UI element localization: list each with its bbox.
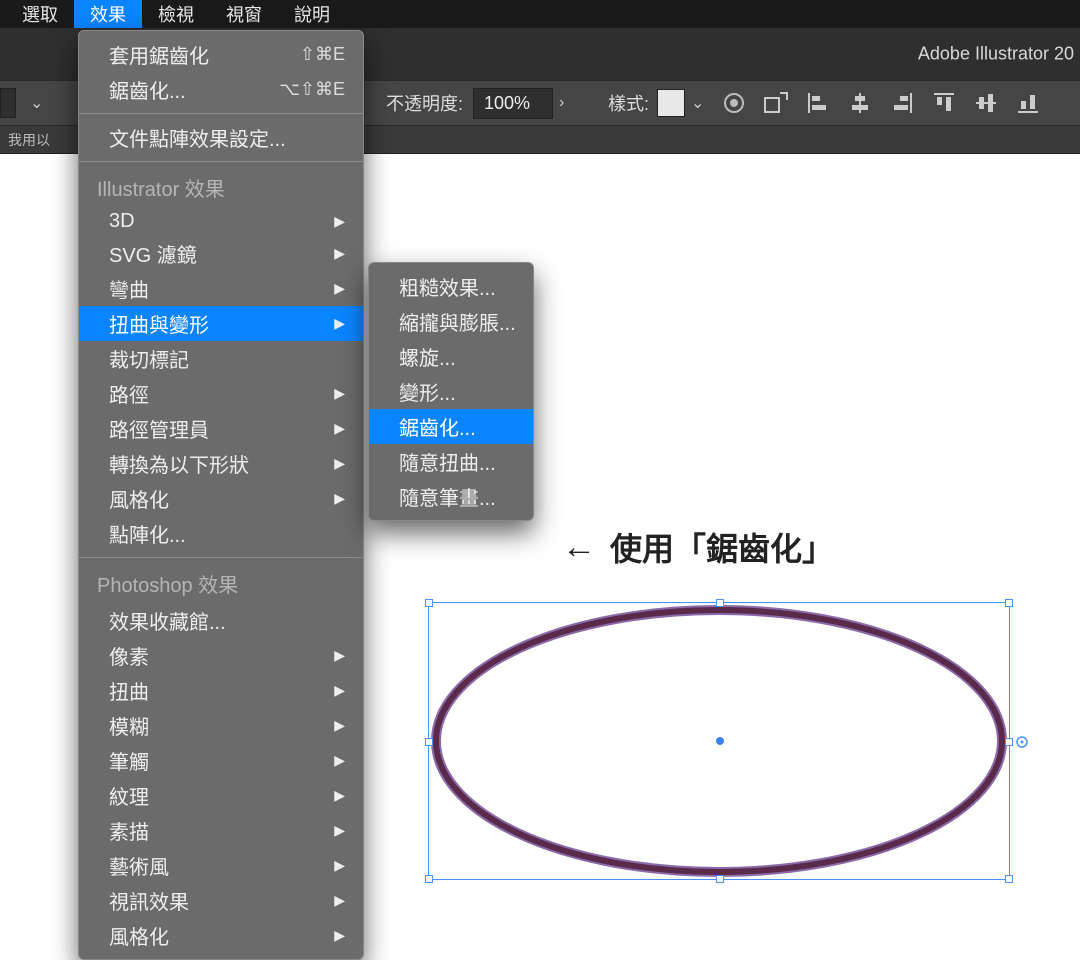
menu-blur[interactable]: 模糊▶ (79, 708, 363, 743)
align-bottom-icon[interactable] (1014, 89, 1042, 117)
menu-warp[interactable]: 彎曲▶ (79, 271, 363, 306)
distort-transform-submenu: 粗糙效果... 縮攏與膨脹... 螺旋... 變形... 鋸齒化... 隨意扭曲… (368, 262, 534, 521)
effects-dropdown: 套用鋸齒化 ⇧⌘E 鋸齒化... ⌥⇧⌘E 文件點陣效果設定... Illust… (78, 30, 364, 960)
app-title: Adobe Illustrator 20 (918, 44, 1080, 65)
menu-zigzag[interactable]: 鋸齒化... ⌥⇧⌘E (79, 72, 363, 107)
menu-raster-settings[interactable]: 文件點陣效果設定... (79, 120, 363, 155)
menu-header-illustrator: Illustrator 效果 (79, 168, 363, 207)
menu-separator (79, 557, 363, 558)
submenu-roughen[interactable]: 粗糙效果... (369, 269, 533, 304)
menu-header-photoshop: Photoshop 效果 (79, 564, 363, 603)
align-right-icon[interactable] (888, 89, 916, 117)
align-center-icon[interactable] (846, 89, 874, 117)
menu-svg-filters[interactable]: SVG 濾鏡▶ (79, 236, 363, 271)
chevron-right-icon[interactable]: › (553, 94, 570, 112)
style-swatch[interactable] (657, 89, 685, 117)
options-field[interactable] (0, 88, 16, 118)
menu-convert-shape[interactable]: 轉換為以下形狀▶ (79, 446, 363, 481)
menu-distort-transform[interactable]: 扭曲與變形▶ (79, 306, 363, 341)
menu-window[interactable]: 視窗 (210, 0, 278, 30)
menu-artistic[interactable]: 藝術風▶ (79, 848, 363, 883)
menu-apply-zigzag[interactable]: 套用鋸齒化 ⇧⌘E (79, 37, 363, 72)
menubar: 選取 效果 檢視 視窗 說明 (0, 0, 1080, 28)
menu-effect-gallery[interactable]: 效果收藏館... (79, 603, 363, 638)
menu-select[interactable]: 選取 (6, 0, 74, 30)
menu-3d[interactable]: 3D▶ (79, 207, 363, 236)
transform-icon[interactable] (762, 89, 790, 117)
menu-pixelate[interactable]: 像素▶ (79, 638, 363, 673)
menu-pathfinder[interactable]: 路徑管理員▶ (79, 411, 363, 446)
annotation-text: 使用「鋸齒化」 (610, 524, 834, 570)
chevron-down-icon[interactable]: ⌄ (24, 93, 49, 113)
menu-path[interactable]: 路徑▶ (79, 376, 363, 411)
chevron-down-icon[interactable]: ⌄ (685, 93, 710, 113)
menu-effect[interactable]: 效果 (74, 0, 142, 30)
menu-crop-marks[interactable]: 裁切標記 (79, 341, 363, 376)
align-top-icon[interactable] (930, 89, 958, 117)
menu-video[interactable]: 視訊效果▶ (79, 883, 363, 918)
menu-stylize[interactable]: 風格化▶ (79, 481, 363, 516)
menu-stylize-ps[interactable]: 風格化▶ (79, 918, 363, 953)
submenu-twist[interactable]: 螺旋... (369, 339, 533, 374)
center-point-icon (716, 737, 724, 745)
menu-view[interactable]: 檢視 (142, 0, 210, 30)
doc-status: 我用以 (8, 130, 50, 150)
submenu-transform[interactable]: 變形... (369, 374, 533, 409)
menu-help[interactable]: 說明 (278, 0, 346, 30)
menu-brush[interactable]: 筆觸▶ (79, 743, 363, 778)
align-middle-icon[interactable] (972, 89, 1000, 117)
menu-separator (79, 113, 363, 114)
appearance-icon[interactable] (720, 89, 748, 117)
arrow-left-icon: ← (562, 528, 592, 567)
submenu-tweak[interactable]: 隨意筆畫... (369, 479, 533, 514)
opacity-input[interactable]: 100% (473, 88, 553, 119)
annotation: ← 使用「鋸齒化」 (562, 524, 834, 570)
menu-rasterize[interactable]: 點陣化... (79, 516, 363, 551)
rotate-handle-icon[interactable] (1014, 734, 1030, 750)
opacity-label: 不透明度: (386, 90, 463, 116)
submenu-free-distort[interactable]: 隨意扭曲... (369, 444, 533, 479)
submenu-zigzag[interactable]: 鋸齒化... (369, 409, 533, 444)
menu-sketch[interactable]: 素描▶ (79, 813, 363, 848)
menu-texture[interactable]: 紋理▶ (79, 778, 363, 813)
menu-separator (79, 161, 363, 162)
align-left-icon[interactable] (804, 89, 832, 117)
submenu-pucker-bloat[interactable]: 縮攏與膨脹... (369, 304, 533, 339)
style-label: 樣式: (608, 90, 649, 116)
menu-distort[interactable]: 扭曲▶ (79, 673, 363, 708)
